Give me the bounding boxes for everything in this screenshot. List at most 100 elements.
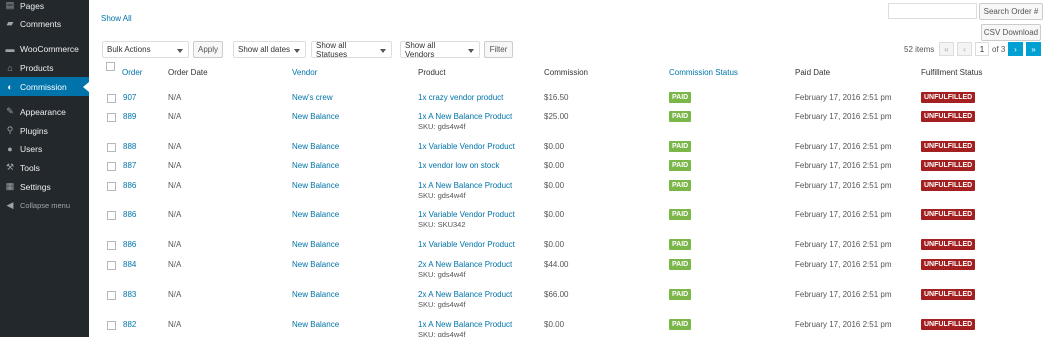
column-header-fulfillment-status: Fulfillment Status — [921, 68, 983, 77]
product-link[interactable]: 1x Variable Vendor Product — [418, 210, 515, 219]
product-sku: SKU: SKU342 — [418, 220, 466, 229]
comments-icon: ▰ — [6, 18, 14, 28]
vendor-link[interactable]: New Balance — [292, 161, 339, 170]
next-page-button[interactable]: › — [1008, 42, 1023, 56]
show-all-link[interactable]: Show All — [101, 14, 132, 23]
csv-download-button[interactable]: CSV Download — [981, 24, 1041, 41]
prev-page-button[interactable]: ‹ — [957, 42, 972, 56]
vendor-link[interactable]: New Balance — [292, 181, 339, 190]
commission-status-badge: PAID — [669, 319, 692, 330]
commission-amount: $0.00 — [544, 320, 565, 329]
sidebar-item-pages[interactable]: ▤ Pages — [0, 0, 89, 15]
row-checkbox[interactable] — [107, 113, 116, 122]
sidebar-item-users[interactable]: ● Users — [0, 139, 89, 158]
order-number-link[interactable]: 884 — [123, 260, 136, 269]
vendor-link[interactable]: New Balance — [292, 290, 339, 299]
product-sku: SKU: gds4w4f — [418, 300, 466, 309]
fulfillment-status-badge: UNFULFILLED — [921, 209, 976, 220]
vendor-link[interactable]: New Balance — [292, 112, 339, 121]
sidebar-item-plugins[interactable]: ⚲ Plugins — [0, 121, 89, 140]
order-date: N/A — [168, 320, 182, 329]
sidebar-item-appearance[interactable]: ✎ Appearance — [0, 102, 89, 121]
sidebar-item-woocommerce[interactable]: ▬ WooCommerce — [0, 39, 89, 58]
search-order-button[interactable]: Search Order # — [979, 3, 1043, 20]
product-link[interactable]: 1x A New Balance Product — [418, 112, 512, 121]
sidebar-item-comments[interactable]: ▰ Comments — [0, 14, 89, 33]
order-number-link[interactable]: 889 — [123, 112, 136, 121]
dates-select[interactable]: Show all dates — [233, 41, 306, 58]
commission-amount: $16.50 — [544, 93, 569, 102]
row-checkbox[interactable] — [107, 182, 116, 191]
sidebar-item-label: Plugins — [20, 125, 48, 136]
commission-icon: ◐ — [7, 81, 13, 92]
users-icon: ● — [7, 143, 13, 154]
select-all-checkbox[interactable] — [106, 62, 115, 71]
bulk-actions-select[interactable]: Bulk Actions — [102, 41, 189, 58]
current-page-input[interactable]: 1 — [975, 42, 989, 56]
product-link[interactable]: 2x A New Balance Product — [418, 290, 512, 299]
appearance-icon: ✎ — [6, 106, 14, 116]
sidebar-item-label: Collapse menu — [20, 201, 71, 210]
row-checkbox[interactable] — [107, 162, 116, 171]
fulfillment-status-badge: UNFULFILLED — [921, 160, 976, 171]
column-header-paid-date: Paid Date — [795, 68, 831, 77]
vendor-link[interactable]: New Balance — [292, 210, 339, 219]
vendor-link[interactable]: New's crew — [292, 93, 333, 102]
paid-date: February 17, 2016 2:51 pm — [795, 142, 892, 151]
order-number-link[interactable]: 907 — [123, 93, 136, 102]
column-header-commission: Commission — [544, 68, 589, 77]
product-link[interactable]: 1x Variable Vendor Product — [418, 142, 515, 151]
first-page-button[interactable]: « — [939, 42, 954, 56]
commission-amount: $0.00 — [544, 210, 565, 219]
row-checkbox[interactable] — [107, 261, 116, 270]
order-number-link[interactable]: 882 — [123, 320, 136, 329]
order-date: N/A — [168, 260, 182, 269]
order-number-link[interactable]: 883 — [123, 290, 136, 299]
product-link[interactable]: 2x A New Balance Product — [418, 260, 512, 269]
collapse-menu-button[interactable]: ◀ Collapse menu — [0, 196, 89, 215]
sidebar-item-commission[interactable]: ◐ Commission — [0, 77, 89, 96]
statuses-select[interactable]: Show all Statuses — [311, 41, 392, 59]
order-number-link[interactable]: 888 — [123, 142, 136, 151]
commission-status-badge: PAID — [669, 160, 692, 171]
row-checkbox[interactable] — [107, 291, 116, 300]
sidebar-item-label: WooCommerce — [20, 43, 79, 54]
vendors-select[interactable]: Show all Vendors — [400, 41, 480, 59]
column-header-commission-status[interactable]: Commission Status — [669, 68, 738, 77]
sidebar-item-settings[interactable]: ▦ Settings — [0, 177, 89, 196]
paid-date: February 17, 2016 2:51 pm — [795, 240, 892, 249]
column-header-order[interactable]: Order — [122, 68, 142, 77]
paid-date: February 17, 2016 2:51 pm — [795, 260, 892, 269]
product-link[interactable]: 1x Variable Vendor Product — [418, 240, 515, 249]
filter-button[interactable]: Filter — [484, 41, 513, 58]
order-number-link[interactable]: 886 — [123, 181, 136, 190]
order-number-link[interactable]: 886 — [123, 240, 136, 249]
product-link[interactable]: 1x A New Balance Product — [418, 181, 512, 190]
row-checkbox[interactable] — [107, 94, 116, 103]
vendor-link[interactable]: New Balance — [292, 240, 339, 249]
sidebar-item-label: Settings — [20, 181, 51, 192]
row-checkbox[interactable] — [107, 143, 116, 152]
search-order-input[interactable] — [888, 3, 977, 19]
products-icon: ⌂ — [7, 62, 13, 73]
settings-icon: ▦ — [5, 181, 15, 191]
row-checkbox[interactable] — [107, 211, 116, 220]
product-link[interactable]: 1x A New Balance Product — [418, 320, 512, 329]
order-date: N/A — [168, 210, 182, 219]
last-page-button[interactable]: » — [1026, 42, 1041, 56]
row-checkbox[interactable] — [107, 321, 116, 330]
sidebar-item-products[interactable]: ⌂ Products — [0, 58, 89, 77]
column-header-vendor[interactable]: Vendor — [292, 68, 317, 77]
product-link[interactable]: 1x vendor low on stock — [418, 161, 499, 170]
order-date: N/A — [168, 161, 182, 170]
apply-button[interactable]: Apply — [193, 41, 223, 58]
order-number-link[interactable]: 886 — [123, 210, 136, 219]
fulfillment-status-badge: UNFULFILLED — [921, 92, 976, 103]
vendor-link[interactable]: New Balance — [292, 320, 339, 329]
vendor-link[interactable]: New Balance — [292, 142, 339, 151]
row-checkbox[interactable] — [107, 241, 116, 250]
sidebar-item-tools[interactable]: ⚒ Tools — [0, 158, 89, 177]
order-number-link[interactable]: 887 — [123, 161, 136, 170]
product-link[interactable]: 1x crazy vendor product — [418, 93, 503, 102]
vendor-link[interactable]: New Balance — [292, 260, 339, 269]
